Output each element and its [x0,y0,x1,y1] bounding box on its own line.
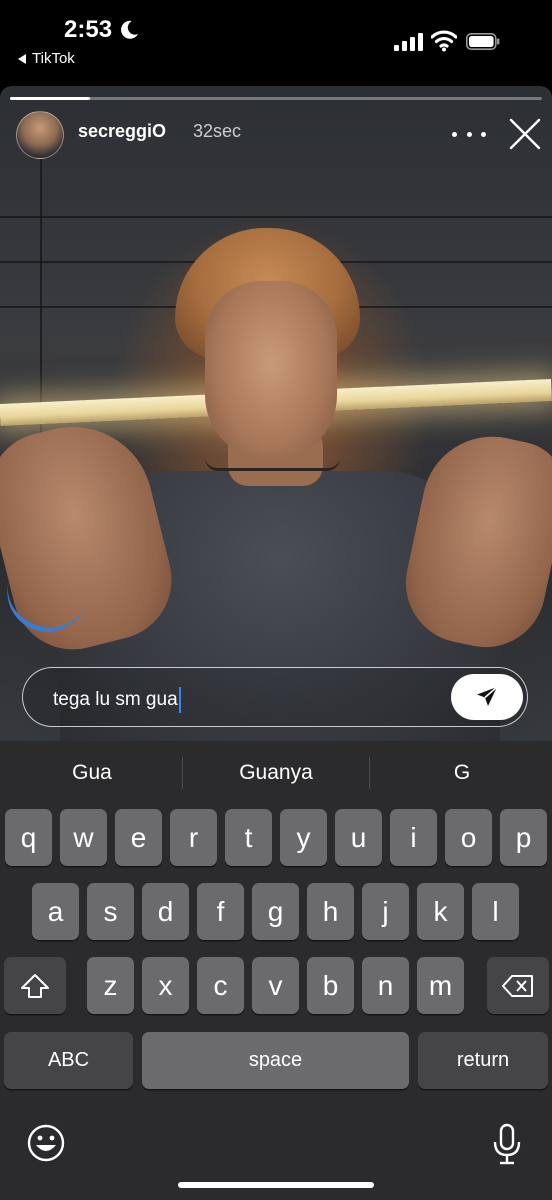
key-m[interactable]: m [417,957,464,1014]
shift-key[interactable] [4,957,66,1014]
reply-input[interactable]: tega lu sm gua [22,667,528,727]
key-k[interactable]: k [417,883,464,940]
key-z[interactable]: z [87,957,134,1014]
more-icon[interactable] [452,124,486,144]
key-a[interactable]: a [32,883,79,940]
more-dot [466,131,472,137]
status-time: 2:53 [64,16,113,43]
key-y[interactable]: y [280,809,327,866]
battery-icon [466,33,500,50]
shift-icon [21,973,49,998]
key-d[interactable]: d [142,883,189,940]
emoji-icon[interactable] [26,1123,66,1163]
key-x[interactable]: x [142,957,189,1014]
key-t[interactable]: t [225,809,272,866]
key-n[interactable]: n [362,957,409,1014]
microphone-icon[interactable] [492,1123,522,1165]
suggestion-bar: Gua Guanya G [0,741,552,807]
key-q[interactable]: q [5,809,52,866]
delete-icon [502,974,533,997]
story-timestamp: 32sec [193,121,242,141]
ceiling-beam [0,216,552,218]
key-r[interactable]: r [170,809,217,866]
more-dot [452,131,457,137]
back-arrow-icon [18,53,26,64]
hanging-wire [40,146,42,446]
story-progress-bar [10,97,542,100]
story-username[interactable]: secreggiO [78,121,166,142]
home-indicator[interactable] [178,1182,374,1188]
close-icon[interactable] [508,117,542,151]
key-s[interactable]: s [87,883,134,940]
suggestion-3[interactable]: G [370,761,552,785]
keyboard: Gua Guanya G qwertyuiop asdfghjkl zxcvbn… [0,741,552,1200]
back-to-app-button[interactable]: TikTok [18,50,75,67]
key-u[interactable]: u [335,809,382,866]
key-e[interactable]: e [115,809,162,866]
story-progress-fill [10,97,90,100]
key-h[interactable]: h [307,883,354,940]
wifi-icon [431,30,457,52]
key-p[interactable]: p [500,809,547,866]
return-key[interactable]: return [418,1032,548,1089]
key-w[interactable]: w [60,809,107,866]
send-icon [477,686,498,706]
key-v[interactable]: v [252,957,299,1014]
back-app-label: TikTok [32,50,75,67]
key-c[interactable]: c [197,957,244,1014]
moon-icon [121,20,138,39]
key-b[interactable]: b [307,957,354,1014]
status-bar: 2:53 TikTok [0,0,552,86]
signal-icon [394,33,423,51]
send-button[interactable] [451,674,523,720]
more-dot [481,131,486,137]
suggestion-2[interactable]: Guanya [184,761,368,785]
suggestion-divider [182,757,183,789]
story-media[interactable] [0,86,552,741]
abc-key[interactable]: ABC [4,1032,133,1089]
key-f[interactable]: f [197,883,244,940]
key-l[interactable]: l [472,883,519,940]
text-caret [178,687,181,713]
reply-input-value: tega lu sm gua [53,689,178,710]
key-o[interactable]: o [445,809,492,866]
person-face [205,281,337,461]
space-key[interactable]: space [142,1032,409,1089]
reply-text-wrap: tega lu sm gua [53,687,181,713]
key-i[interactable]: i [390,809,437,866]
avatar[interactable] [16,111,64,159]
delete-key[interactable] [487,957,549,1014]
suggestion-1[interactable]: Gua [0,761,184,785]
key-j[interactable]: j [362,883,409,940]
key-g[interactable]: g [252,883,299,940]
